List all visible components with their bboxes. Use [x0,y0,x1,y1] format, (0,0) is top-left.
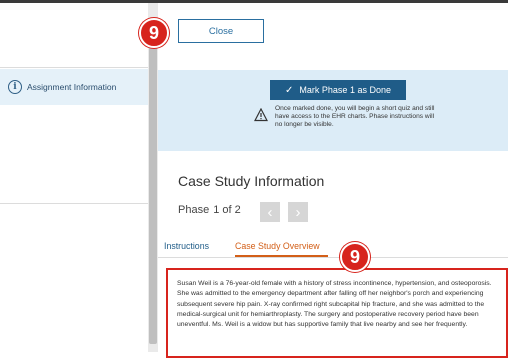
tab-instructions[interactable]: Instructions [164,241,209,251]
previous-phase-button[interactable]: ‹ [260,202,280,222]
sidebar-item-assignment-information[interactable]: i Assignment Information [0,69,150,105]
mark-phase-done-button[interactable]: ✓ Mark Phase 1 as Done [270,80,406,100]
mark-phase-done-label: Mark Phase 1 as Done [299,85,391,95]
divider [0,203,150,204]
page-title: Case Study Information [178,173,325,189]
sidebar-item-label: Assignment Information [27,82,117,92]
mark-done-warning-text: Once marked done, you will begin a short… [275,105,435,129]
left-panel: i Assignment Information [0,3,150,352]
warning-icon [254,108,268,122]
chevron-left-icon: ‹ [267,203,273,221]
mark-done-area: ✓ Mark Phase 1 as Done Once marked done,… [158,70,508,151]
case-study-panel: Close ✓ Mark Phase 1 as Done Once marked… [158,3,508,358]
step-number-badge: 9 [340,242,370,272]
case-study-overview-text: Susan Weil is a 76-year-old female with … [166,268,508,358]
next-phase-button[interactable]: › [288,202,308,222]
close-button[interactable]: Close [178,19,264,43]
divider [158,257,508,258]
divider [0,67,150,68]
tab-case-study-overview[interactable]: Case Study Overview [235,241,320,251]
check-icon: ✓ [285,84,294,96]
phase-label: Phase [178,204,210,216]
chevron-right-icon: › [295,203,301,221]
step-number-badge: 9 [139,18,169,48]
phase-indicator: Phase 1 of 2 [178,204,241,216]
phase-value: 1 of 2 [213,204,241,216]
info-icon: i [8,80,22,94]
scrollbar-thumb[interactable] [149,44,157,344]
